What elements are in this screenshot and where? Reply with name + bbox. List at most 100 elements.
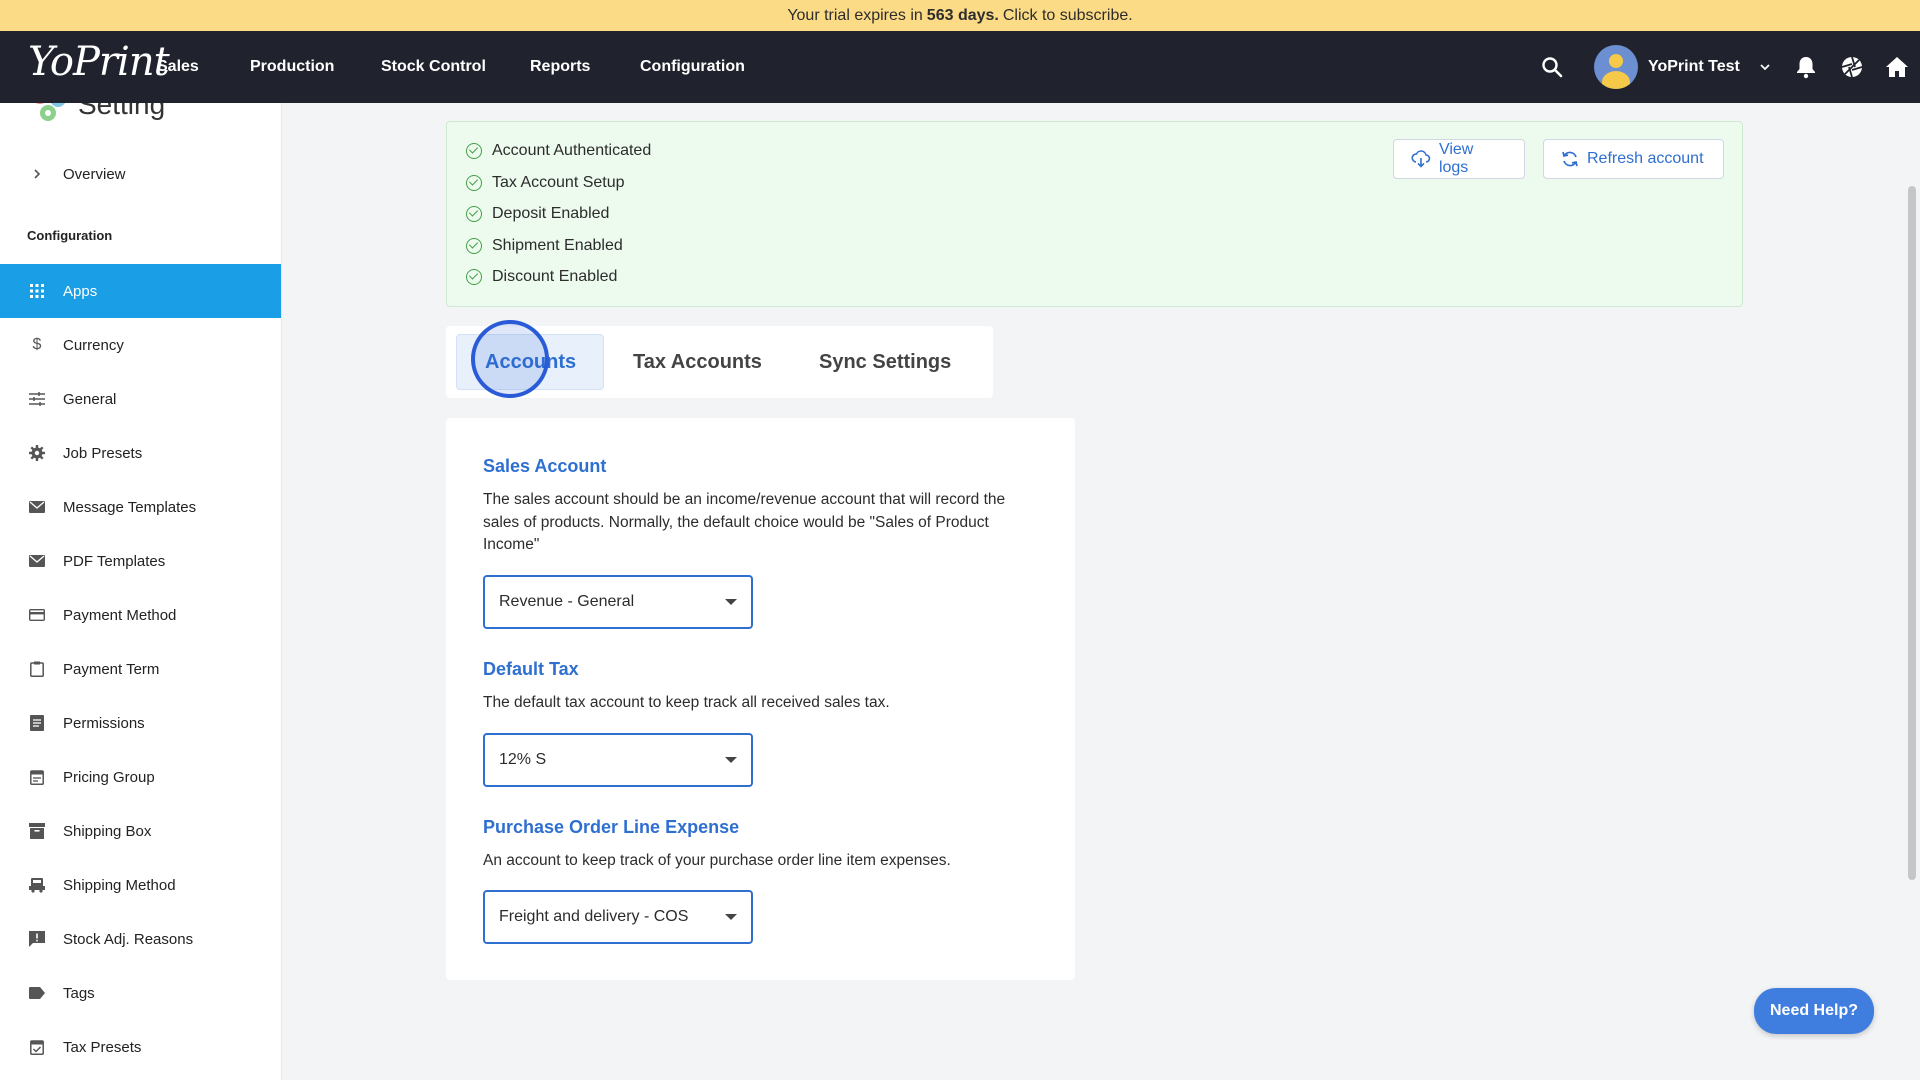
status-item: Discount Enabled bbox=[466, 268, 617, 286]
settings-gears-icon bbox=[35, 103, 65, 121]
avatar bbox=[1594, 45, 1638, 89]
sidebar-item-permissions[interactable]: Permissions bbox=[0, 696, 281, 750]
cloud-download-icon bbox=[1411, 150, 1431, 168]
clipboard-icon bbox=[27, 661, 47, 677]
apps-grid-icon bbox=[27, 284, 47, 298]
sidebar-item-label: Permissions bbox=[63, 714, 145, 732]
status-item: Deposit Enabled bbox=[466, 205, 609, 223]
sidebar-item-label: Message Templates bbox=[63, 498, 197, 516]
check-circle-icon bbox=[466, 143, 482, 159]
sidebar-item-label: General bbox=[63, 390, 117, 408]
sliders-icon bbox=[27, 392, 47, 406]
sidebar-item-label: Stock Adj. Reasons bbox=[63, 930, 194, 948]
sidebar-item-overview[interactable]: Overview bbox=[0, 147, 281, 201]
sidebar-item-label: Pricing Group bbox=[63, 768, 155, 786]
sales-account-description: The sales account should be an income/re… bbox=[483, 491, 1006, 553]
sidebar: Setting Overview Configuration Apps $ Cu… bbox=[0, 103, 282, 1080]
nav-sales[interactable]: Sales bbox=[157, 31, 199, 103]
sidebar-item-label: Payment Method bbox=[63, 606, 177, 624]
nav-production[interactable]: Production bbox=[250, 31, 334, 103]
aperture-icon[interactable] bbox=[1840, 31, 1864, 103]
tag-icon bbox=[27, 987, 47, 999]
nav-configuration[interactable]: Configuration bbox=[640, 31, 745, 103]
sidebar-item-label: Overview bbox=[63, 165, 126, 183]
calendar-icon bbox=[27, 769, 47, 785]
user-menu[interactable]: YoPrint Test bbox=[1594, 31, 1772, 103]
po-line-expense-description: An account to keep track of your purchas… bbox=[483, 852, 951, 869]
sidebar-item-label: Payment Term bbox=[63, 660, 160, 678]
caret-down-icon bbox=[725, 914, 737, 920]
trial-days: 563 days. bbox=[926, 6, 999, 24]
home-icon[interactable] bbox=[1885, 31, 1909, 103]
sidebar-item-apps[interactable]: Apps bbox=[0, 264, 281, 318]
mail-icon bbox=[27, 501, 47, 513]
status-item: Shipment Enabled bbox=[466, 237, 623, 255]
nav-stock-control[interactable]: Stock Control bbox=[381, 31, 486, 103]
caret-down-icon bbox=[725, 757, 737, 763]
sidebar-item-payment-term[interactable]: Payment Term bbox=[0, 642, 281, 696]
sidebar-item-label: Shipping Method bbox=[63, 876, 176, 894]
trial-text-prefix: Your trial expires in bbox=[787, 6, 923, 24]
sidebar-item-message-templates[interactable]: Message Templates bbox=[0, 480, 281, 534]
check-circle-icon bbox=[466, 206, 482, 222]
tab-tax-accounts[interactable]: Tax Accounts bbox=[605, 334, 790, 390]
sidebar-item-currency[interactable]: $ Currency bbox=[0, 318, 281, 372]
sidebar-item-pricing-group[interactable]: Pricing Group bbox=[0, 750, 281, 804]
sidebar-item-job-presets[interactable]: Job Presets bbox=[0, 426, 281, 480]
sidebar-item-label: Apps bbox=[63, 282, 98, 300]
sidebar-item-tags[interactable]: Tags bbox=[0, 966, 281, 1020]
sidebar-item-label: Currency bbox=[63, 336, 124, 354]
sidebar-item-label: Tax Presets bbox=[63, 1038, 142, 1056]
sidebar-item-shipping-method[interactable]: Shipping Method bbox=[0, 858, 281, 912]
refresh-account-button[interactable]: Refresh account bbox=[1543, 139, 1724, 179]
sidebar-item-general[interactable]: General bbox=[0, 372, 281, 426]
po-line-expense-select[interactable]: Freight and delivery - COS bbox=[483, 890, 753, 944]
status-item: Account Authenticated bbox=[466, 142, 651, 160]
trial-text-suffix: Click to subscribe. bbox=[1002, 6, 1133, 24]
sidebar-item-tax-presets[interactable]: Tax Presets bbox=[0, 1020, 281, 1074]
default-tax-description: The default tax account to keep track al… bbox=[483, 694, 890, 711]
default-tax-select[interactable]: 12% S bbox=[483, 733, 753, 787]
archive-box-icon bbox=[27, 823, 47, 839]
sales-account-title: Sales Account bbox=[483, 456, 607, 476]
chevron-down-icon bbox=[1760, 64, 1770, 71]
gear-icon bbox=[27, 445, 47, 461]
check-circle-icon bbox=[466, 175, 482, 191]
sidebar-item-label: Shipping Box bbox=[63, 822, 152, 840]
refresh-icon bbox=[1562, 151, 1578, 167]
account-status-panel: Account Authenticated Tax Account Setup … bbox=[446, 121, 1743, 307]
user-name: YoPrint Test bbox=[1648, 58, 1740, 75]
sidebar-item-shipping-box[interactable]: Shipping Box bbox=[0, 804, 281, 858]
nav-reports[interactable]: Reports bbox=[530, 31, 590, 103]
page-scrollbar[interactable] bbox=[1908, 186, 1916, 880]
mail-icon bbox=[27, 555, 47, 567]
sidebar-title: Setting bbox=[28, 103, 165, 125]
document-icon bbox=[27, 715, 47, 731]
sales-account-select[interactable]: Revenue - General bbox=[483, 575, 753, 629]
credit-card-icon bbox=[27, 609, 47, 621]
caret-down-icon bbox=[725, 599, 737, 605]
check-circle-icon bbox=[466, 238, 482, 254]
top-nav: YoPrint Sales Production Stock Control R… bbox=[0, 31, 1920, 103]
search-icon[interactable] bbox=[1540, 31, 1564, 103]
alert-message-icon bbox=[27, 931, 47, 947]
tab-accounts[interactable]: Accounts bbox=[456, 334, 604, 390]
trial-banner[interactable]: Your trial expires in 563 days. Click to… bbox=[0, 0, 1920, 31]
dollar-icon: $ bbox=[32, 336, 42, 353]
view-logs-button[interactable]: View logs bbox=[1393, 139, 1525, 179]
need-help-button[interactable]: Need Help? bbox=[1754, 988, 1874, 1034]
sidebar-item-pdf-templates[interactable]: PDF Templates bbox=[0, 534, 281, 588]
sidebar-item-label: PDF Templates bbox=[63, 552, 166, 570]
check-circle-icon bbox=[466, 269, 482, 285]
bell-icon[interactable] bbox=[1795, 31, 1817, 103]
sidebar-item-label: Job Presets bbox=[63, 444, 143, 462]
sidebar-section-title: Configuration bbox=[27, 228, 113, 243]
sidebar-item-payment-method[interactable]: Payment Method bbox=[0, 588, 281, 642]
sidebar-item-stock-adj-reasons[interactable]: Stock Adj. Reasons bbox=[0, 912, 281, 966]
chevron-right-icon bbox=[27, 168, 47, 180]
calendar-check-icon bbox=[27, 1039, 47, 1055]
status-item: Tax Account Setup bbox=[466, 174, 625, 192]
tab-sync-settings[interactable]: Sync Settings bbox=[791, 334, 979, 390]
default-tax-title: Default Tax bbox=[483, 659, 579, 679]
logo[interactable]: YoPrint bbox=[28, 39, 170, 85]
